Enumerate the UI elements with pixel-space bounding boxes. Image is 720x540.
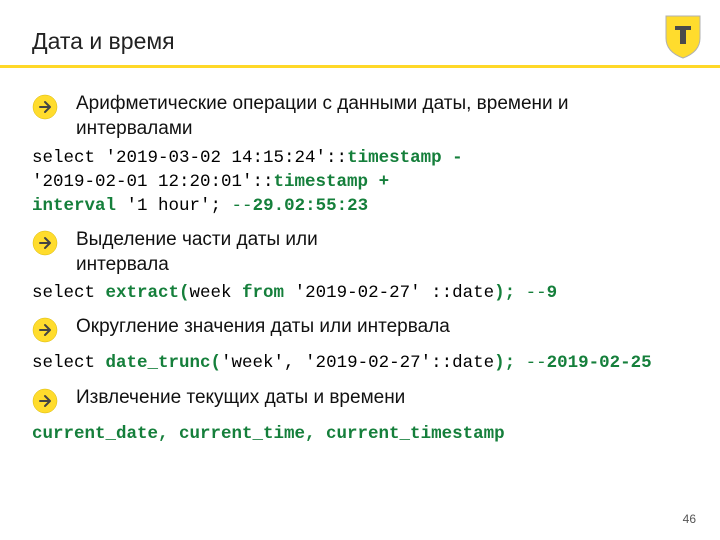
code-block: select date_trunc('week', '2019-02-27'::…	[32, 352, 688, 376]
bullet-text: Округление значения даты или интервала	[76, 315, 450, 340]
slide-title: Дата и время	[32, 28, 688, 55]
code-comment: 9	[547, 283, 558, 303]
code-block: select '2019-03-02 14:15:24'::timestamp …	[32, 147, 688, 218]
slide-content: Арифметические операции с данными даты, …	[0, 68, 720, 447]
arrow-right-icon	[32, 317, 58, 348]
code-keyword: );	[494, 353, 515, 373]
code-keyword: date_trunc(	[106, 353, 222, 373]
arrow-right-icon	[32, 230, 58, 261]
code-block: current_date, current_time, current_time…	[32, 423, 688, 447]
brand-logo	[662, 12, 704, 60]
code-comment: 29.02:55:23	[253, 196, 369, 216]
code-text: '2019-02-01 12:20:01'::	[32, 172, 274, 192]
code-text: 'week', '2019-02-27'::date	[221, 353, 494, 373]
code-text: '2019-02-27' ::date	[284, 283, 494, 303]
code-text: '1 hour';	[116, 196, 232, 216]
arrow-right-icon	[32, 388, 58, 419]
code-text: select	[32, 353, 106, 373]
code-text: select	[32, 283, 106, 303]
arrow-right-icon	[32, 94, 58, 125]
page-number: 46	[683, 512, 696, 526]
code-text: week	[190, 283, 243, 303]
bullet-item: Округление значения даты или интервала	[32, 315, 688, 348]
code-text: select '2019-03-02 14:15:24'::	[32, 148, 347, 168]
code-block: select extract(week from '2019-02-27' ::…	[32, 282, 688, 306]
code-comment: 2019-02-25	[547, 353, 652, 373]
bullet-text: Извлечение текущих даты и времени	[76, 386, 405, 411]
slide-header: Дата и время	[0, 0, 720, 68]
code-keyword: extract(	[106, 283, 190, 303]
bullet-item: Извлечение текущих даты и времени	[32, 386, 688, 419]
bullet-text: Арифметические операции с данными даты, …	[76, 92, 596, 141]
bullet-text: Выделение части даты или интервала	[76, 228, 396, 277]
code-comment: --	[515, 283, 547, 303]
code-keyword: timestamp +	[274, 172, 390, 192]
code-comment: --	[232, 196, 253, 216]
code-keyword: from	[242, 283, 284, 303]
bullet-item: Арифметические операции с данными даты, …	[32, 92, 688, 141]
code-keyword: timestamp -	[347, 148, 463, 168]
code-keyword: interval	[32, 196, 116, 216]
bullet-item: Выделение части даты или интервала	[32, 228, 688, 277]
code-keyword: );	[494, 283, 515, 303]
code-comment: --	[515, 353, 547, 373]
code-keyword: current_date, current_time, current_time…	[32, 424, 505, 444]
